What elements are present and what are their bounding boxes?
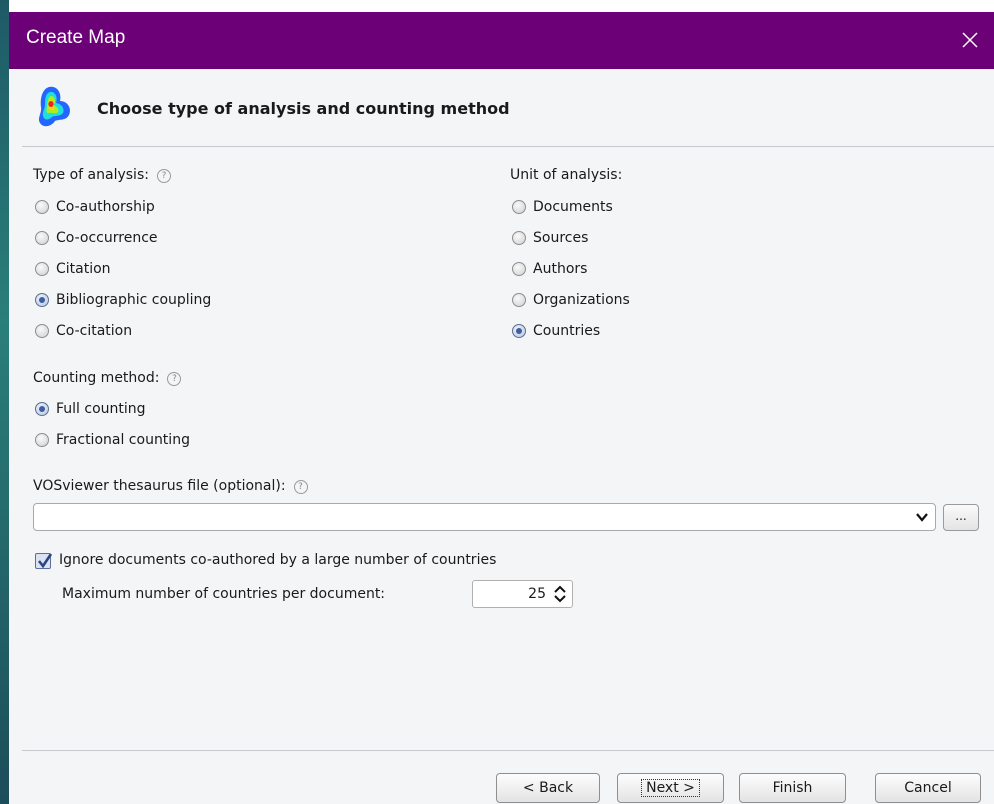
background-window-edge [0,0,9,804]
type-of-analysis-text: Type of analysis: [33,167,149,183]
radio-indicator [35,200,49,214]
radio-indicator [512,293,526,307]
max-countries-value: 25 [528,586,546,602]
browse-thesaurus-button[interactable]: ... [943,504,979,531]
step-heading: Choose type of analysis and counting met… [97,99,510,118]
counting-method-label: Counting method:? [33,370,182,386]
close-button[interactable] [955,25,985,55]
unit-of-analysis-label: Unit of analysis: [510,167,623,183]
radio-authors[interactable]: Authors [512,261,587,277]
spinner-arrows-icon[interactable] [552,584,568,604]
radio-indicator [512,231,526,245]
radio-label: Co-authorship [56,199,155,215]
radio-co-authorship[interactable]: Co-authorship [35,199,155,215]
close-icon [962,32,978,48]
type-of-analysis-label: Type of analysis:? [33,167,171,183]
radio-fractional-counting[interactable]: Fractional counting [35,432,190,448]
window-title: Create Map [26,27,126,48]
radio-indicator [35,231,49,245]
radio-label: Citation [56,261,111,277]
thesaurus-label: VOSviewer thesaurus file (optional):? [33,478,308,494]
radio-countries[interactable]: Countries [512,323,600,339]
wizard-header: Choose type of analysis and counting met… [9,69,994,146]
radio-label: Countries [533,323,601,339]
chevron-down-icon [916,513,928,522]
thesaurus-file-combobox[interactable] [33,503,936,531]
max-countries-label: Maximum number of countries per document… [62,586,386,602]
radio-label: Documents [533,199,613,215]
radio-label: Co-occurrence [56,230,158,246]
radio-label: Fractional counting [56,432,190,448]
cancel-button[interactable]: Cancel [875,773,981,803]
ignore-documents-label[interactable]: Ignore documents co-authored by a large … [59,552,496,568]
radio-indicator-selected [35,293,49,307]
help-icon[interactable]: ? [167,372,182,386]
checkmark-icon [37,553,53,569]
header-divider [22,146,994,147]
radio-label: Authors [533,261,588,277]
max-countries-spinner[interactable]: 25 [472,580,573,608]
radio-indicator [512,262,526,276]
counting-method-text: Counting method: [33,370,160,386]
radio-documents[interactable]: Documents [512,199,613,215]
radio-citation[interactable]: Citation [35,261,111,277]
radio-indicator [35,262,49,276]
help-icon[interactable]: ? [156,169,171,183]
ignore-documents-checkbox[interactable] [35,553,53,569]
radio-label: Organizations [533,292,630,308]
next-button-label: Next > [641,779,700,797]
radio-indicator-selected [35,402,49,416]
radio-indicator [35,433,49,447]
radio-label: Sources [533,230,589,246]
create-map-dialog: Create Map Choose type of analysis and c… [9,12,994,804]
radio-full-counting[interactable]: Full counting [35,401,146,417]
radio-label: Bibliographic coupling [56,292,212,308]
radio-co-occurrence[interactable]: Co-occurrence [35,230,158,246]
radio-co-citation[interactable]: Co-citation [35,323,132,339]
next-button[interactable]: Next > [617,773,724,803]
radio-indicator [35,324,49,338]
thesaurus-text: VOSviewer thesaurus file (optional): [33,478,286,494]
radio-bibliographic-coupling[interactable]: Bibliographic coupling [35,292,211,308]
radio-indicator-selected [512,324,526,338]
footer-divider [22,750,994,751]
radio-indicator [512,200,526,214]
radio-label: Co-citation [56,323,133,339]
finish-button[interactable]: Finish [739,773,846,803]
vosviewer-density-map-icon [39,86,70,127]
radio-label: Full counting [56,401,146,417]
title-bar: Create Map [9,12,994,69]
help-icon[interactable]: ? [293,480,308,494]
radio-organizations[interactable]: Organizations [512,292,630,308]
back-button[interactable]: < Back [496,773,600,803]
radio-sources[interactable]: Sources [512,230,588,246]
